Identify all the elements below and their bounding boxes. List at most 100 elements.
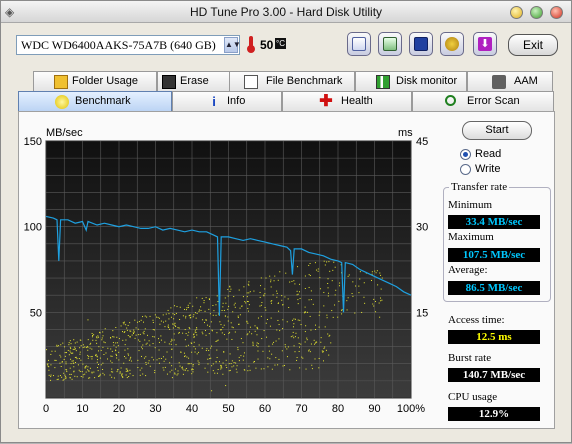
access-time-point (337, 316, 339, 318)
access-time-point (309, 351, 311, 353)
access-time-point (66, 371, 68, 373)
access-time-point (243, 369, 245, 371)
access-time-point (267, 357, 269, 359)
access-time-point (294, 283, 296, 285)
access-time-point (107, 347, 109, 349)
access-time-point (91, 371, 93, 373)
access-time-point (326, 314, 328, 316)
access-time-point (102, 331, 104, 333)
access-time-point (315, 342, 317, 344)
access-time-point (56, 344, 58, 346)
access-time-point (188, 306, 190, 308)
access-time-point (277, 364, 279, 366)
access-time-point (293, 323, 295, 325)
access-time-point (323, 347, 325, 349)
access-time-point (211, 390, 213, 392)
access-time-point (311, 368, 313, 370)
access-time-point (208, 333, 210, 335)
access-time-point (183, 352, 185, 354)
access-time-point (100, 349, 102, 351)
access-time-point (231, 326, 233, 328)
read-radio[interactable]: Read (460, 148, 540, 162)
access-time-point (79, 351, 81, 353)
access-time-point (201, 347, 203, 349)
access-time-point (156, 359, 158, 361)
x-tick-label: 10 (76, 403, 88, 415)
access-time-point (129, 322, 131, 324)
access-time-point (96, 367, 98, 369)
access-time-point (291, 280, 293, 282)
access-time-point (91, 358, 93, 360)
access-time-point (257, 343, 259, 345)
access-time-point (237, 315, 239, 317)
radio-dot-selected (460, 149, 471, 160)
access-time-point (202, 319, 204, 321)
access-time-point (63, 358, 65, 360)
start-button[interactable]: Start (462, 121, 532, 140)
access-time-point (191, 369, 193, 371)
access-time-point (97, 335, 99, 337)
access-time-point (251, 333, 253, 335)
access-time-point (128, 354, 130, 356)
access-time-point (102, 362, 104, 364)
access-time-point (243, 355, 245, 357)
access-time-point (50, 379, 52, 381)
access-time-point (191, 368, 193, 370)
access-time-point (75, 356, 77, 358)
access-time-point (271, 368, 273, 370)
access-time-point (291, 319, 293, 321)
access-time-point (322, 350, 324, 352)
access-time-point (226, 367, 228, 369)
access-time-point (89, 367, 91, 369)
access-time-point (115, 353, 117, 355)
access-time-point (195, 331, 197, 333)
access-time-point (232, 311, 234, 313)
access-time-point (125, 339, 127, 341)
access-time-point (323, 305, 325, 307)
access-time-point (84, 346, 86, 348)
access-time-point (101, 337, 103, 339)
access-time-point (302, 357, 304, 359)
access-time-point (154, 314, 156, 316)
access-time-point (185, 315, 187, 317)
access-time-point (169, 328, 171, 330)
access-time-point (84, 365, 86, 367)
access-time-point (217, 339, 219, 341)
access-time-point (166, 351, 168, 353)
access-time-point (282, 365, 284, 367)
access-time-point (256, 342, 258, 344)
access-time-point (187, 370, 189, 372)
access-time-point (125, 324, 127, 326)
access-time-point (139, 340, 141, 342)
access-time-point (270, 281, 272, 283)
write-label: Write (475, 163, 501, 175)
access-time-point (85, 371, 87, 373)
access-time-point (193, 341, 195, 343)
access-time-point (65, 369, 67, 371)
access-time-point (245, 302, 247, 304)
access-time-point (223, 351, 225, 353)
access-time-point (98, 350, 100, 352)
access-time-point (304, 306, 306, 308)
access-time-point (296, 359, 298, 361)
access-time-point (312, 303, 314, 305)
access-time-point (87, 349, 89, 351)
access-time-point (134, 319, 136, 321)
access-time-point (184, 355, 186, 357)
access-time-point (243, 352, 245, 354)
burst-rate-label: Burst rate (448, 352, 492, 364)
access-time-point (331, 280, 333, 282)
write-radio[interactable]: Write (460, 163, 540, 177)
access-time-point (171, 377, 173, 379)
access-time-point (339, 285, 341, 287)
access-time-point (125, 374, 127, 376)
access-time-point (74, 375, 76, 377)
access-time-point (323, 260, 325, 262)
access-time-point (238, 289, 240, 291)
access-time-point (216, 332, 218, 334)
access-time-point (211, 330, 213, 332)
access-time-point (269, 275, 271, 277)
access-time-point (127, 348, 129, 350)
access-time-point (152, 336, 154, 338)
access-time-point (270, 317, 272, 319)
